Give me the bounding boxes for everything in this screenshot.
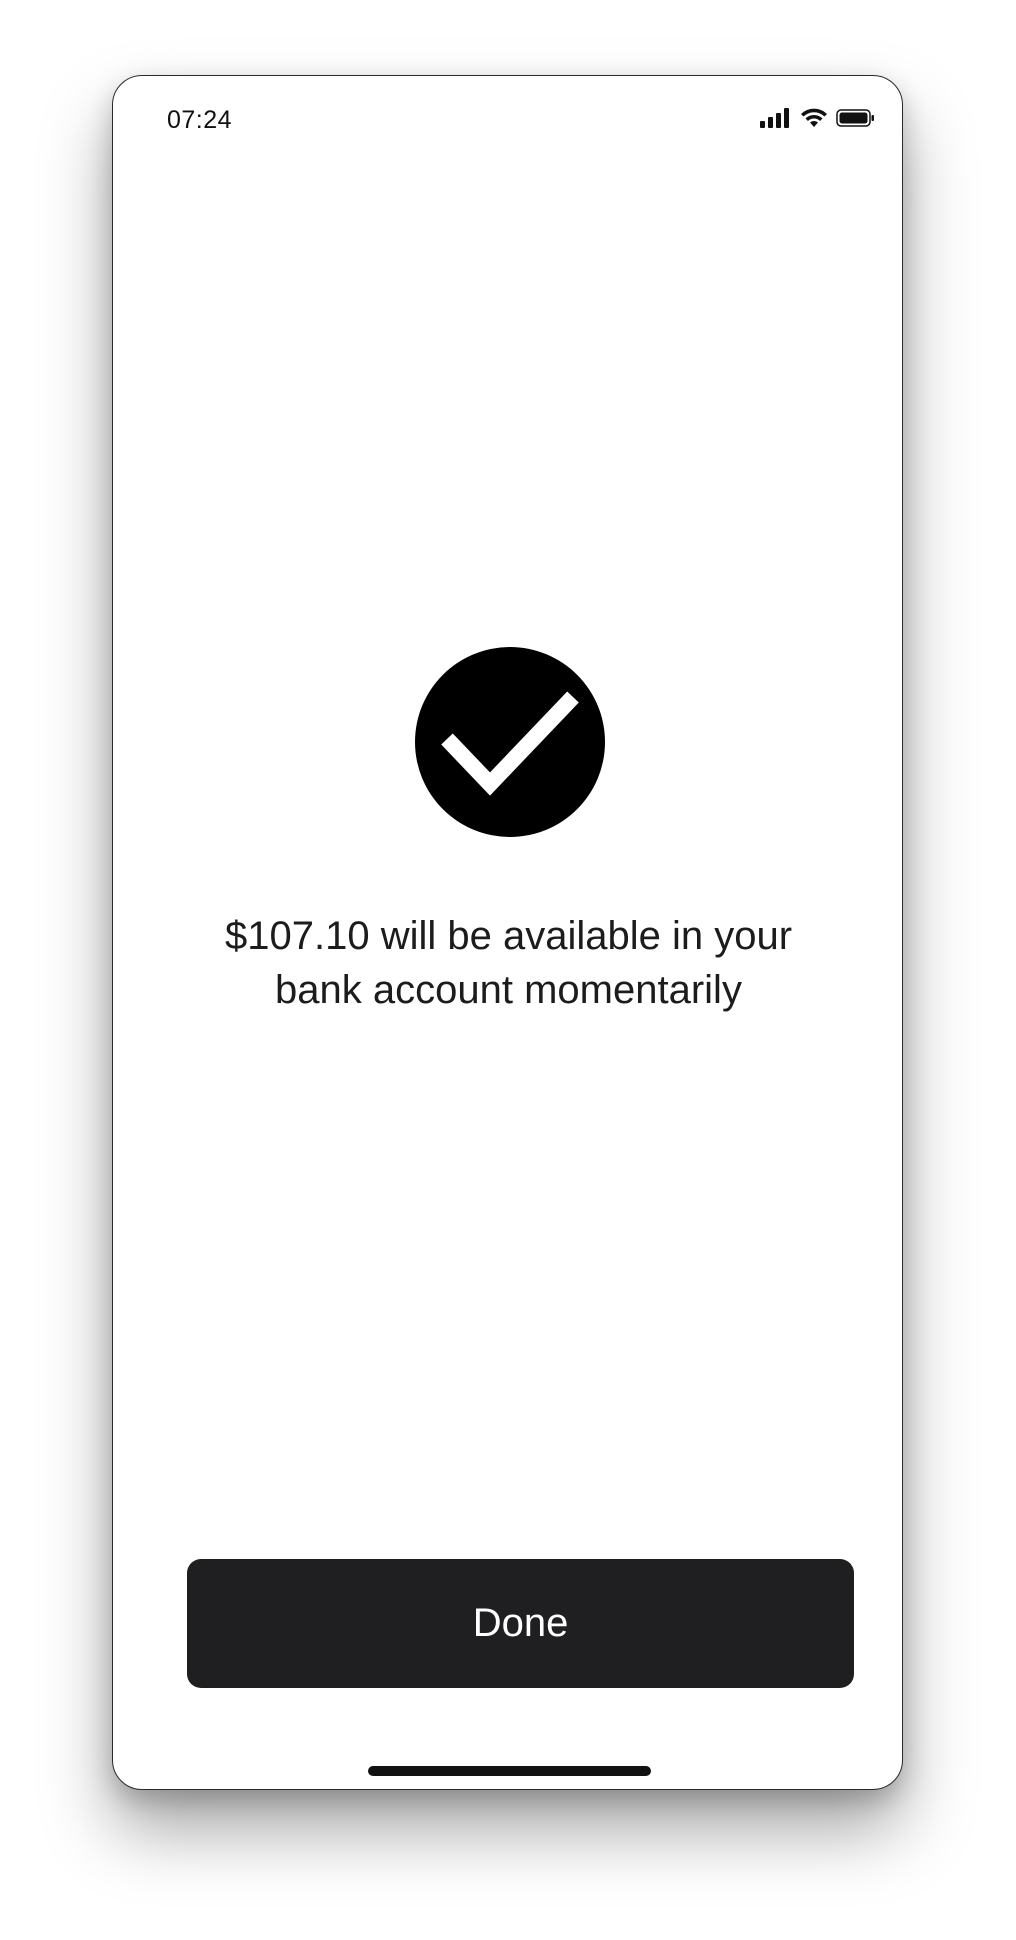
status-icons (760, 107, 876, 129)
cellular-signal-icon (760, 108, 789, 128)
battery-icon (836, 109, 874, 127)
confirmation-message: $107.10 will be available in your bank a… (153, 909, 864, 1017)
phone-frame: 07:24 $107.10 will be available in your … (112, 75, 903, 1790)
done-button[interactable]: Done (187, 1559, 854, 1688)
status-bar: 07:24 (113, 76, 902, 166)
confirmation-message-line-1: $107.10 will be available in your (224, 914, 793, 958)
confirmation-message-line-2: bank account momentarily (275, 968, 742, 1012)
wifi-icon (801, 108, 827, 127)
checkmark-circle-icon (415, 647, 605, 837)
status-time: 07:24 (167, 106, 233, 134)
home-indicator[interactable] (368, 1766, 651, 1776)
